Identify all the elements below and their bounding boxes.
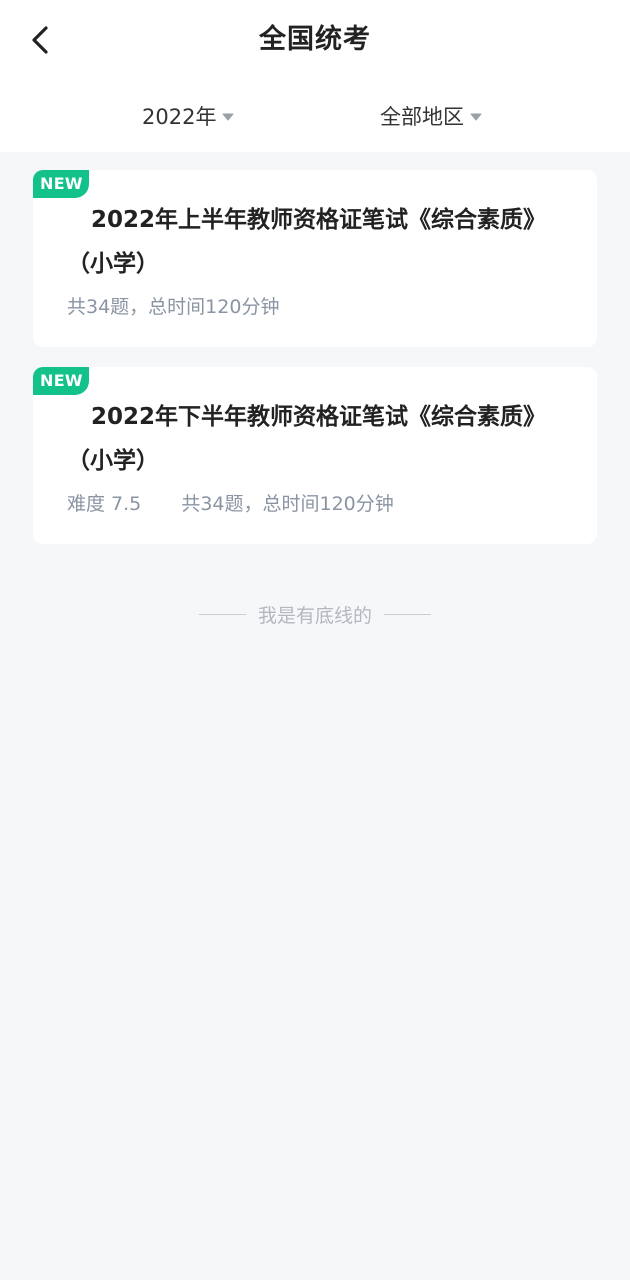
year-filter-label: 2022年 bbox=[142, 105, 217, 129]
divider-left bbox=[198, 613, 246, 615]
end-of-list-text: 我是有底线的 bbox=[257, 604, 372, 627]
paper-meta: 难度 7.5 共34题，总时间120分钟 bbox=[67, 489, 394, 519]
caret-down-icon bbox=[222, 113, 234, 121]
paper-meta-text: 共34题，总时间120分钟 bbox=[181, 493, 394, 515]
new-badge: NEW bbox=[33, 367, 89, 395]
divider-right bbox=[384, 613, 431, 615]
page-title: 全国统考 bbox=[259, 24, 371, 55]
region-filter[interactable]: 全部地区 bbox=[380, 96, 482, 136]
paper-title: 2022年上半年教师资格证笔试《综合素质》（小学） bbox=[67, 207, 547, 277]
region-filter-label: 全部地区 bbox=[380, 105, 464, 129]
paper-meta: 共34题，总时间120分钟 bbox=[67, 292, 279, 322]
paper-card[interactable]: NEW 2022年下半年教师资格证笔试《综合素质》（小学） 难度 7.5 共34… bbox=[33, 367, 597, 544]
end-of-list-note: 我是有底线的 bbox=[0, 598, 630, 630]
year-filter[interactable]: 2022年 bbox=[142, 96, 234, 136]
paper-difficulty: 难度 7.5 bbox=[67, 493, 142, 515]
page: 全国统考 2022年 全部地区 NEW 2022年上半年教师资格证笔试《综合素质… bbox=[0, 0, 630, 1280]
paper-meta-text: 共34题，总时间120分钟 bbox=[67, 296, 280, 318]
paper-card[interactable]: NEW 2022年上半年教师资格证笔试《综合素质》（小学） 共34题，总时间12… bbox=[33, 170, 597, 347]
paper-title: 2022年下半年教师资格证笔试《综合素质》（小学） bbox=[67, 404, 547, 474]
header: 全国统考 2022年 全部地区 bbox=[0, 0, 630, 152]
new-badge: NEW bbox=[33, 170, 89, 198]
caret-down-icon bbox=[470, 113, 482, 121]
